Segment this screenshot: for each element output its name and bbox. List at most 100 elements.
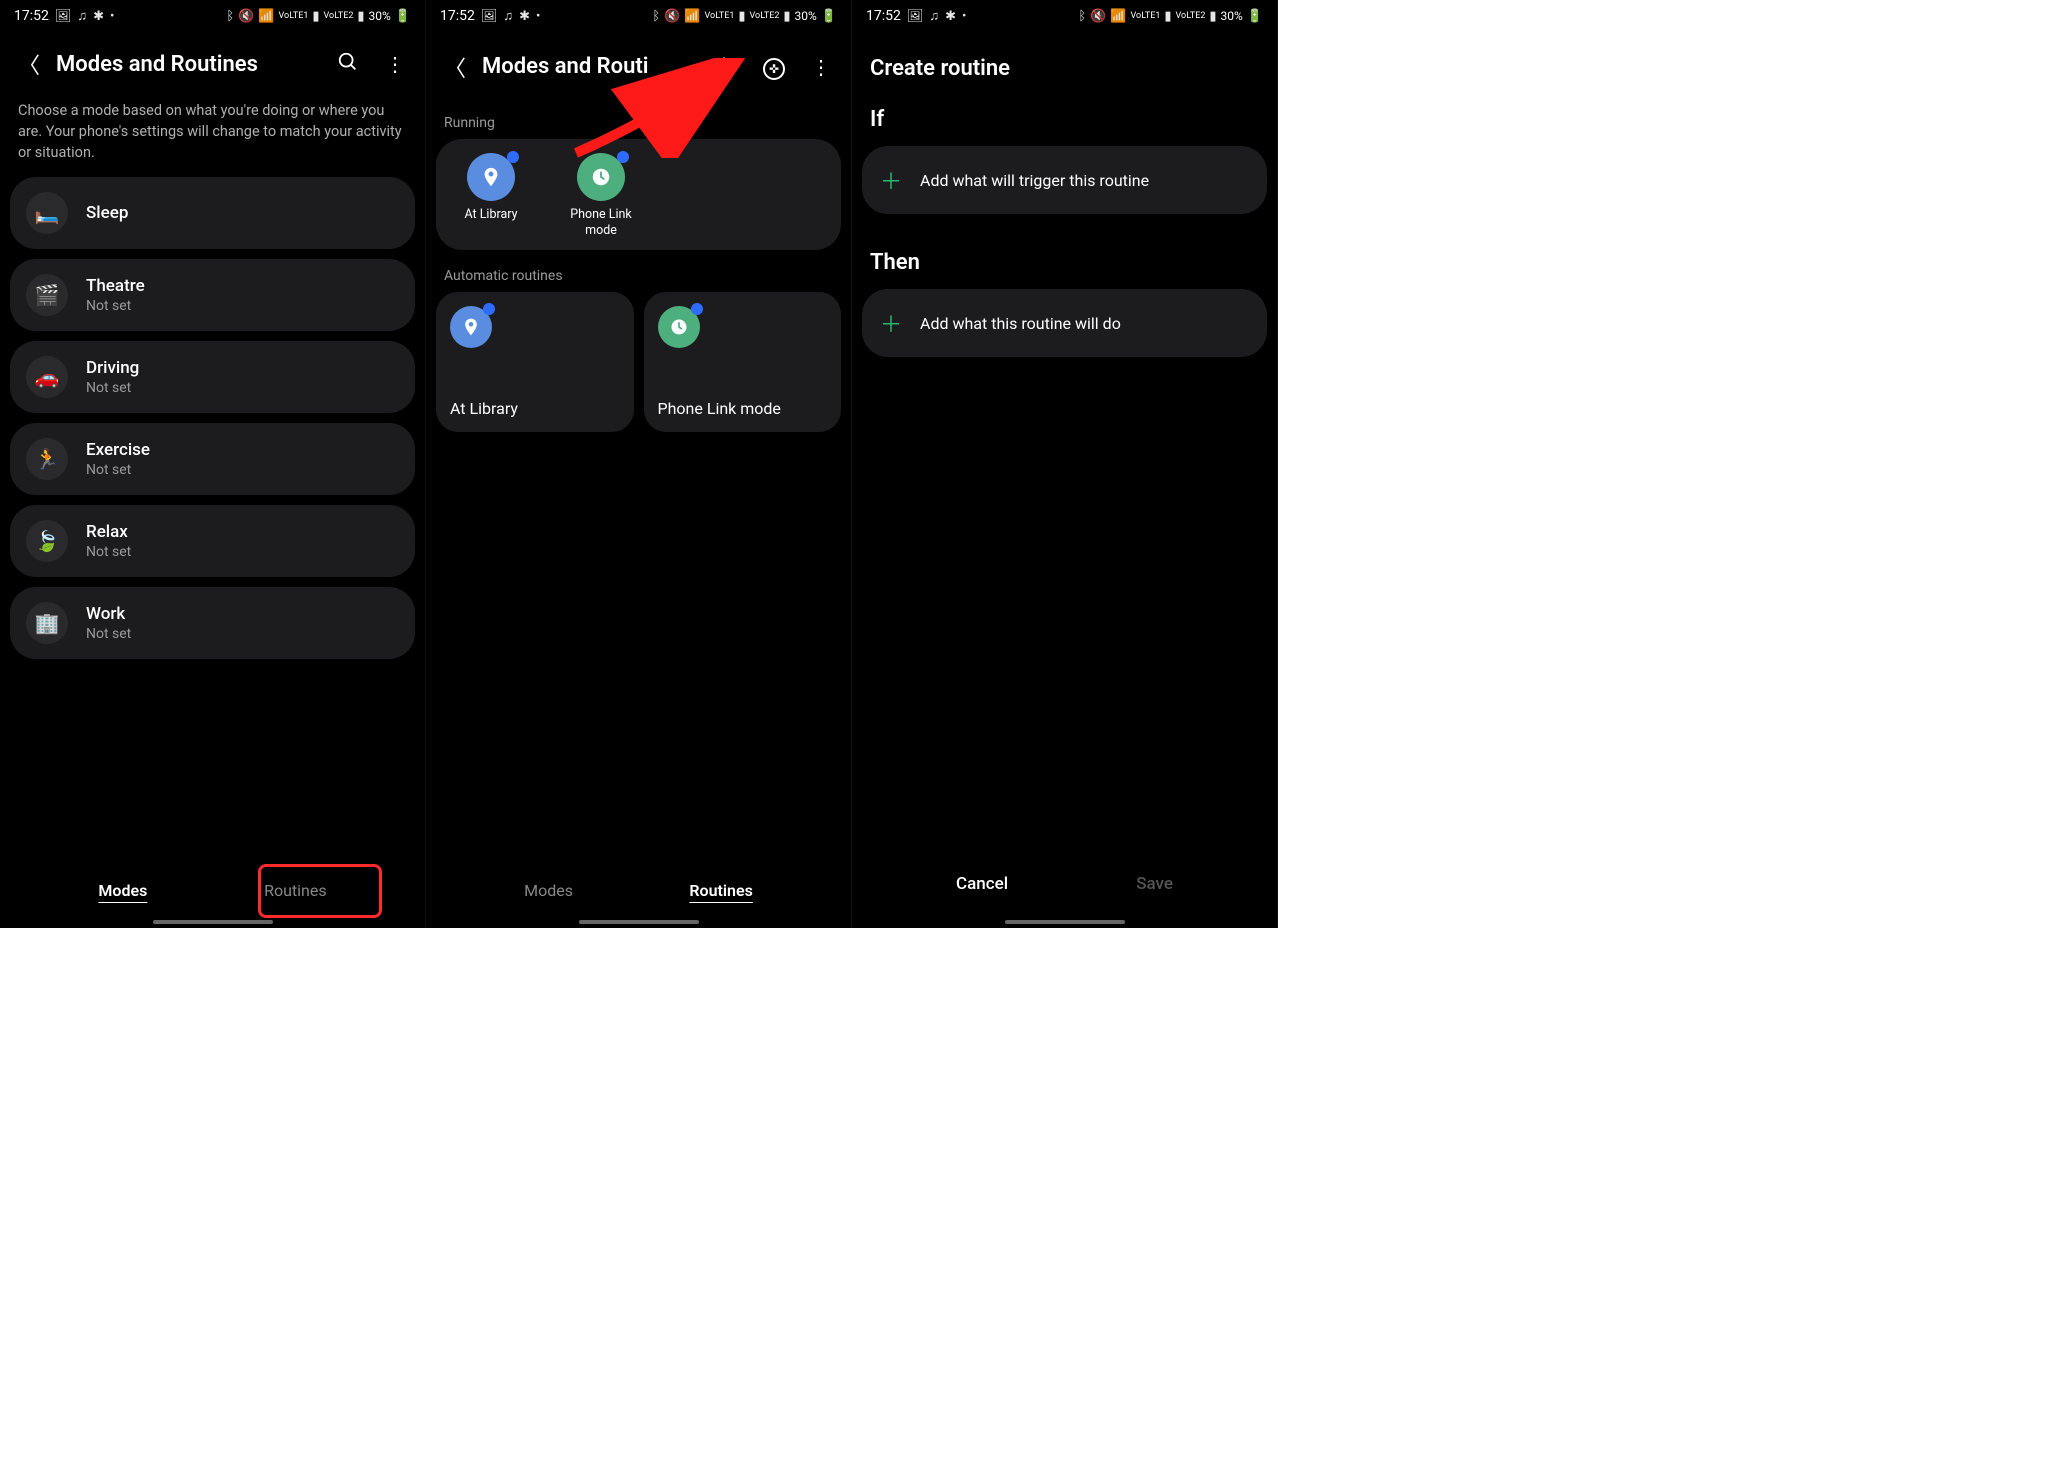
add-action-button[interactable]: ＋ Add what this routine will do [862,289,1267,357]
screen-modes: 17:52 🖼 ♫ ✱ • ᛒ 🔇 📶 VoLTE1 ▮ VoLTE2 ▮ 30… [0,0,426,928]
work-icon: 🏢 [26,602,68,644]
misc-icon: ✱ [945,9,956,24]
battery-icon: 🔋 [1247,9,1263,24]
discover-icon[interactable]: ✜ [757,50,791,84]
clock-icon [658,306,700,348]
signal1-icon: ▮ [1164,9,1171,24]
mode-sub: Not set [86,544,131,560]
page-title: Create routine [852,30,1277,97]
bottom-tabs: Modes Routines [0,873,425,908]
add-trigger-text: Add what will trigger this routine [920,171,1149,190]
more-icon[interactable]: ⋮ [805,59,837,75]
tab-modes[interactable]: Modes [92,873,153,908]
plus-icon: ＋ [880,307,902,339]
auto-routines-grid: At Library Phone Link mode [436,292,841,432]
signal2-icon: ▮ [1209,9,1216,24]
plus-icon: ＋ [880,164,902,196]
mode-title: Exercise [86,440,150,460]
tab-modes[interactable]: Modes [518,873,579,908]
page-title: Modes and Routi [482,54,693,79]
dot-icon: • [962,9,966,24]
back-icon[interactable]: 〈 [14,44,44,84]
signal2-icon: ▮ [783,9,790,24]
bluetooth-icon: ᛒ [226,9,234,24]
running-item-phonelink[interactable]: Phone Link mode [558,153,644,238]
auto-card-library[interactable]: At Library [436,292,634,432]
lte1-icon: VoLTE1 [705,12,735,21]
lte1-icon: VoLTE1 [1131,12,1161,21]
misc-icon: ✱ [519,9,530,24]
back-icon[interactable]: 〈 [440,47,470,87]
status-bar: 17:52 🖼 ♫ ✱ • ᛒ 🔇 📶 VoLTE1 ▮ VoLTE2 ▮ 30… [852,0,1277,30]
screen-create-routine: 17:52 🖼 ♫ ✱ • ᛒ 🔇 📶 VoLTE1 ▮ VoLTE2 ▮ 30… [852,0,1278,928]
bottom-tabs: Modes Routines [426,873,851,908]
driving-icon: 🚗 [26,356,68,398]
wifi-icon: 📶 [684,9,700,24]
nav-handle[interactable] [579,920,699,924]
nav-handle[interactable] [1005,920,1125,924]
exercise-icon: 🏃 [26,438,68,480]
mode-item-relax[interactable]: 🍃 Relax Not set [10,505,415,577]
mute-icon: 🔇 [238,9,254,24]
status-time: 17:52 [440,8,475,24]
music-icon: ♫ [503,8,513,24]
running-card: At Library Phone Link mode [436,139,841,250]
status-bar: 17:52 🖼 ♫ ✱ • ᛒ 🔇 📶 VoLTE1 ▮ VoLTE2 ▮ 30… [426,0,851,30]
sleep-icon: 🛏️ [26,192,68,234]
music-icon: ♫ [929,8,939,24]
nav-handle[interactable] [153,920,273,924]
bluetooth-icon: ᛒ [1078,9,1086,24]
bottom-actions: Cancel Save [852,864,1277,904]
then-heading: Then [852,240,1277,285]
status-bar: 17:52 🖼 ♫ ✱ • ᛒ 🔇 📶 VoLTE1 ▮ VoLTE2 ▮ 30… [0,0,425,30]
signal1-icon: ▮ [738,9,745,24]
image-icon: 🖼 [907,9,924,24]
add-icon[interactable]: ＋ [705,44,743,89]
add-action-text: Add what this routine will do [920,314,1121,333]
status-time: 17:52 [866,8,901,24]
add-trigger-button[interactable]: ＋ Add what will trigger this routine [862,146,1267,214]
battery-icon: 🔋 [821,9,837,24]
lte2-icon: VoLTE2 [1176,12,1206,21]
more-icon[interactable]: ⋮ [379,56,411,72]
mute-icon: 🔇 [664,9,680,24]
mode-title: Work [86,604,131,624]
app-header: 〈 Modes and Routines ⋮ [0,30,425,92]
mode-item-exercise[interactable]: 🏃 Exercise Not set [10,423,415,495]
auto-title: At Library [450,399,620,418]
image-icon: 🖼 [481,9,498,24]
mode-title: Theatre [86,276,145,296]
mode-item-driving[interactable]: 🚗 Driving Not set [10,341,415,413]
page-title: Modes and Routines [56,52,319,77]
lte2-icon: VoLTE2 [324,12,354,21]
mode-item-work[interactable]: 🏢 Work Not set [10,587,415,659]
cancel-button[interactable]: Cancel [936,864,1028,904]
tab-routines[interactable]: Routines [683,873,758,908]
status-time: 17:52 [14,8,49,24]
music-icon: ♫ [77,8,87,24]
running-item-library[interactable]: At Library [448,153,534,238]
location-icon [467,153,515,201]
location-icon [450,306,492,348]
mode-title: Relax [86,522,131,542]
app-header: 〈 Modes and Routi ＋ ✜ ⋮ [426,30,851,97]
bluetooth-icon: ᛒ [652,9,660,24]
mode-item-theatre[interactable]: 🎬 Theatre Not set [10,259,415,331]
mode-title: Driving [86,358,139,378]
tab-routines[interactable]: Routines [258,873,333,908]
misc-icon: ✱ [93,9,104,24]
dot-icon: • [536,9,540,24]
running-label: At Library [464,207,517,223]
search-icon[interactable] [331,47,365,82]
auto-card-phonelink[interactable]: Phone Link mode [644,292,842,432]
mode-item-sleep[interactable]: 🛏️ Sleep [10,177,415,249]
running-label: Phone Link mode [558,207,644,238]
mode-sub: Not set [86,462,150,478]
mode-list: 🛏️ Sleep 🎬 Theatre Not set 🚗 Driving Not… [0,177,425,659]
battery-text: 30% [369,9,391,23]
lte2-icon: VoLTE2 [750,12,780,21]
signal1-icon: ▮ [312,9,319,24]
lte1-icon: VoLTE1 [279,12,309,21]
save-button[interactable]: Save [1116,864,1193,904]
mode-sub: Not set [86,298,145,314]
